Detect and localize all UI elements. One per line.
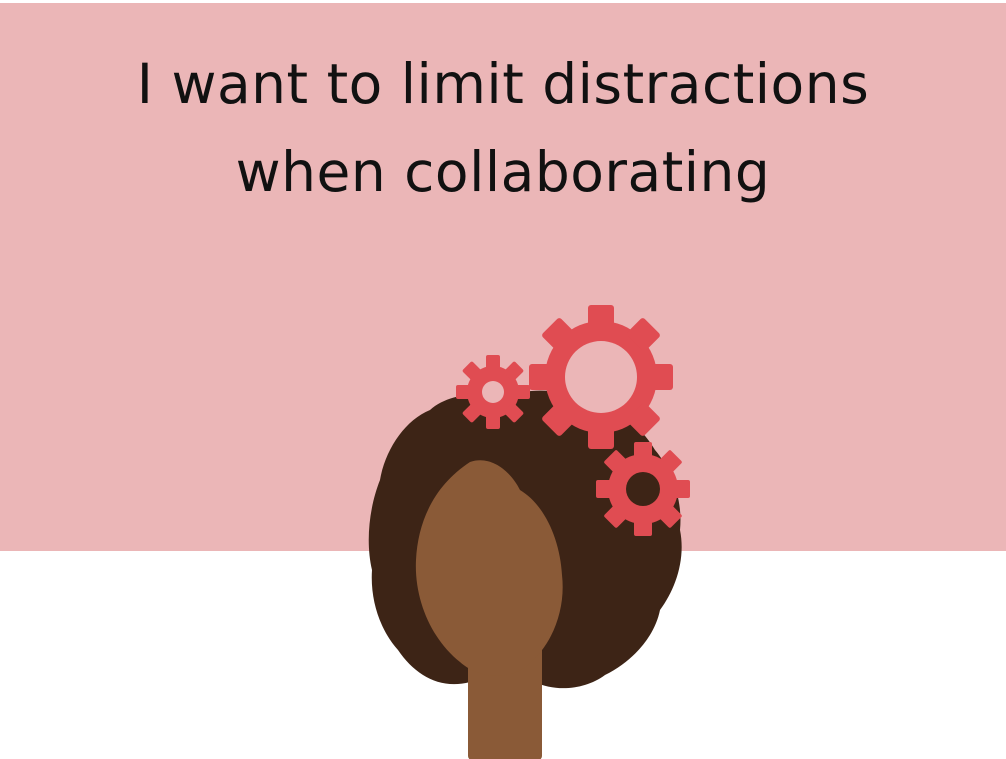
small-gear-icon [456,355,530,429]
large-gear-icon [529,305,673,449]
person-head-illustration [368,305,690,759]
medium-gear-icon [596,442,690,536]
page: I want to limit distractions when collab… [0,0,1006,759]
